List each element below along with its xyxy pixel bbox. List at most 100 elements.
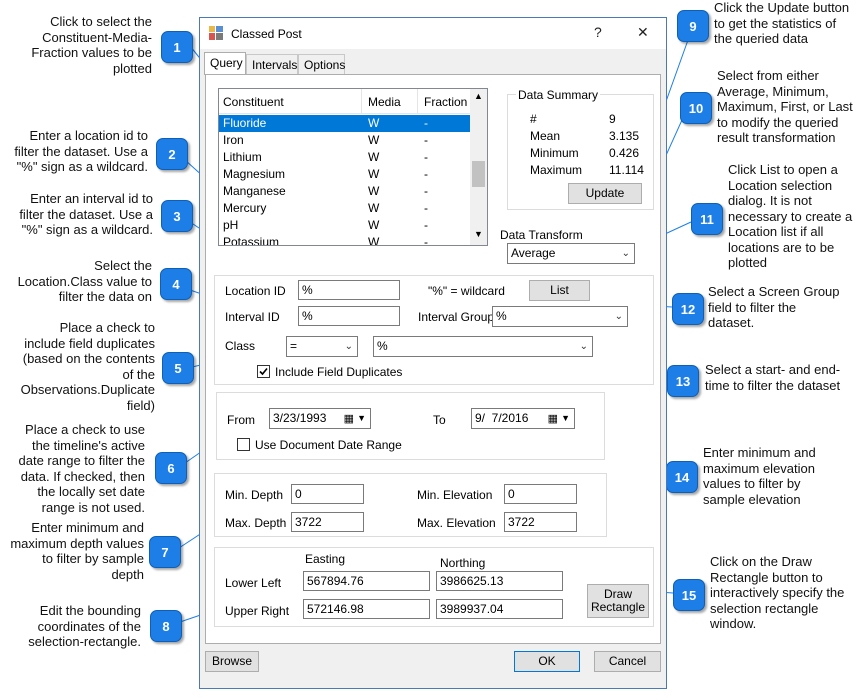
callout-12-badge: 12: [672, 293, 704, 325]
data-transform-value: Average: [511, 246, 556, 260]
cell-fraction: -: [424, 235, 428, 246]
cell-media: W: [368, 116, 380, 130]
cell-constituent: Manganese: [223, 184, 286, 198]
title-bar: Classed Post ? ✕: [200, 18, 666, 49]
callout-7-text: Enter minimum and maximum depth values t…: [10, 520, 144, 582]
callout-1-badge: 1: [161, 31, 193, 63]
callout-15-badge: 15: [673, 579, 705, 611]
interval-id-label: Interval ID: [225, 310, 280, 324]
list-item[interactable]: Magnesium W -: [219, 166, 471, 183]
callout-7-badge: 7: [149, 536, 181, 568]
column-divider: [417, 89, 418, 113]
callout-4-text: Select the Location.Class value to filte…: [17, 258, 152, 304]
constituent-list-header: Constituent Media Fraction: [219, 89, 471, 114]
calendar-icon[interactable]: ▦: [344, 410, 354, 428]
cell-fraction: -: [424, 184, 428, 198]
from-label: From: [227, 413, 255, 427]
cell-fraction: -: [424, 201, 428, 215]
location-id-field[interactable]: %: [298, 280, 400, 300]
callout-3-badge: 3: [161, 200, 193, 232]
summary-label: Mean: [530, 129, 561, 143]
ok-button[interactable]: OK: [514, 651, 580, 672]
browse-button[interactable]: Browse: [205, 651, 259, 672]
column-header-media[interactable]: Media: [368, 95, 401, 109]
list-item[interactable]: Fluoride W -: [219, 115, 471, 132]
include-field-duplicates-label[interactable]: Include Field Duplicates: [275, 365, 402, 379]
cell-media: W: [368, 218, 380, 232]
max-depth-field[interactable]: 3722: [291, 512, 364, 532]
callout-2-text: Enter a location id to filter the datase…: [14, 128, 148, 174]
list-button[interactable]: List: [529, 280, 590, 301]
northing-header: Northing: [440, 556, 486, 570]
cell-media: W: [368, 133, 380, 147]
class-value: %: [377, 339, 388, 353]
chevron-down-icon[interactable]: ▼: [357, 409, 366, 427]
column-header-constituent[interactable]: Constituent: [223, 95, 284, 109]
callout-4-badge: 4: [160, 268, 192, 300]
callout-10-text: Select from either Average, Minimum, Max…: [717, 68, 853, 145]
cell-constituent: Potassium: [223, 235, 280, 246]
chevron-down-icon[interactable]: ▼: [561, 409, 570, 427]
column-divider: [361, 89, 362, 113]
tab-query[interactable]: Query: [204, 52, 246, 75]
lower-left-easting-field[interactable]: 567894.76: [303, 571, 430, 591]
chevron-up-icon[interactable]: ▲: [474, 91, 483, 101]
help-button[interactable]: ?: [594, 24, 602, 40]
update-button[interactable]: Update: [568, 183, 642, 204]
cancel-button[interactable]: Cancel: [594, 651, 661, 672]
location-filter-group: Location ID % "%" = wildcard List Interv…: [214, 275, 654, 385]
close-button[interactable]: ✕: [637, 24, 649, 41]
interval-id-field[interactable]: %: [298, 306, 400, 326]
chevron-down-icon: ⌄: [344, 341, 353, 352]
callout-12-text: Select a Screen Group field to filter th…: [708, 284, 840, 330]
include-field-duplicates-checkbox[interactable]: [257, 365, 270, 378]
to-label: To: [433, 413, 446, 427]
constituent-list[interactable]: Constituent Media Fraction Fluoride W - …: [218, 88, 488, 246]
list-item[interactable]: Lithium W -: [219, 149, 471, 166]
summary-value: 3.135: [609, 129, 640, 143]
callout-1-text: Click to select the Constituent-Media- F…: [31, 14, 152, 76]
max-elevation-field[interactable]: 3722: [504, 512, 577, 532]
data-transform-select[interactable]: Average ⌄: [507, 243, 635, 264]
list-item[interactable]: Potassium W -: [219, 234, 471, 246]
list-item[interactable]: Iron W -: [219, 132, 471, 149]
upper-right-northing-field[interactable]: 3989937.04: [436, 599, 563, 619]
column-header-fraction[interactable]: Fraction: [424, 95, 467, 109]
max-depth-label: Max. Depth: [225, 516, 287, 530]
cell-media: W: [368, 184, 380, 198]
callout-15-text: Click on the Draw Rectangle button to in…: [710, 554, 845, 631]
summary-value: 11.114: [609, 163, 644, 177]
tab-options[interactable]: Options: [298, 54, 345, 74]
callout-13-badge: 13: [667, 365, 699, 397]
use-document-date-range-label[interactable]: Use Document Date Range: [255, 438, 402, 452]
calendar-icon[interactable]: ▦: [548, 410, 558, 428]
from-date-value: 3/23/1993: [273, 411, 327, 425]
interval-group-select[interactable]: % ⌄: [492, 306, 628, 327]
chevron-down-icon[interactable]: ▼: [474, 229, 483, 239]
list-item[interactable]: Manganese W -: [219, 183, 471, 200]
class-operator-value: =: [290, 339, 298, 353]
list-item[interactable]: Mercury W -: [219, 200, 471, 217]
easting-header: Easting: [305, 552, 346, 566]
min-elevation-field[interactable]: 0: [504, 484, 577, 504]
min-depth-field[interactable]: 0: [291, 484, 364, 504]
summary-value: 0.426: [609, 146, 640, 160]
use-document-date-range-checkbox[interactable]: [237, 438, 250, 451]
cell-constituent: Fluoride: [223, 116, 267, 130]
tab-intervals[interactable]: Intervals: [246, 54, 298, 74]
scrollbar-thumb[interactable]: [472, 161, 485, 187]
cell-constituent: pH: [223, 218, 239, 232]
draw-rectangle-button[interactable]: Draw Rectangle: [587, 584, 649, 618]
list-vertical-scrollbar[interactable]: ▲ ▼: [470, 89, 487, 245]
list-item[interactable]: pH W -: [219, 217, 471, 234]
callout-13-text: Select a start- and end- time to filter …: [705, 362, 841, 393]
class-value-select[interactable]: % ⌄: [373, 336, 593, 357]
to-date-picker[interactable]: 9/ 7/2016 ▦ ▼: [471, 408, 575, 429]
bounding-coordinates-group: Easting Northing Lower Left 567894.76 39…: [214, 547, 654, 627]
classed-post-dialog: Classed Post ? ✕ Query Intervals Options…: [199, 17, 667, 689]
class-operator-select[interactable]: = ⌄: [286, 336, 358, 357]
lower-left-northing-field[interactable]: 3986625.13: [436, 571, 563, 591]
min-depth-label: Min. Depth: [225, 488, 284, 502]
from-date-picker[interactable]: 3/23/1993 ▦ ▼: [269, 408, 371, 429]
upper-right-easting-field[interactable]: 572146.98: [303, 599, 430, 619]
